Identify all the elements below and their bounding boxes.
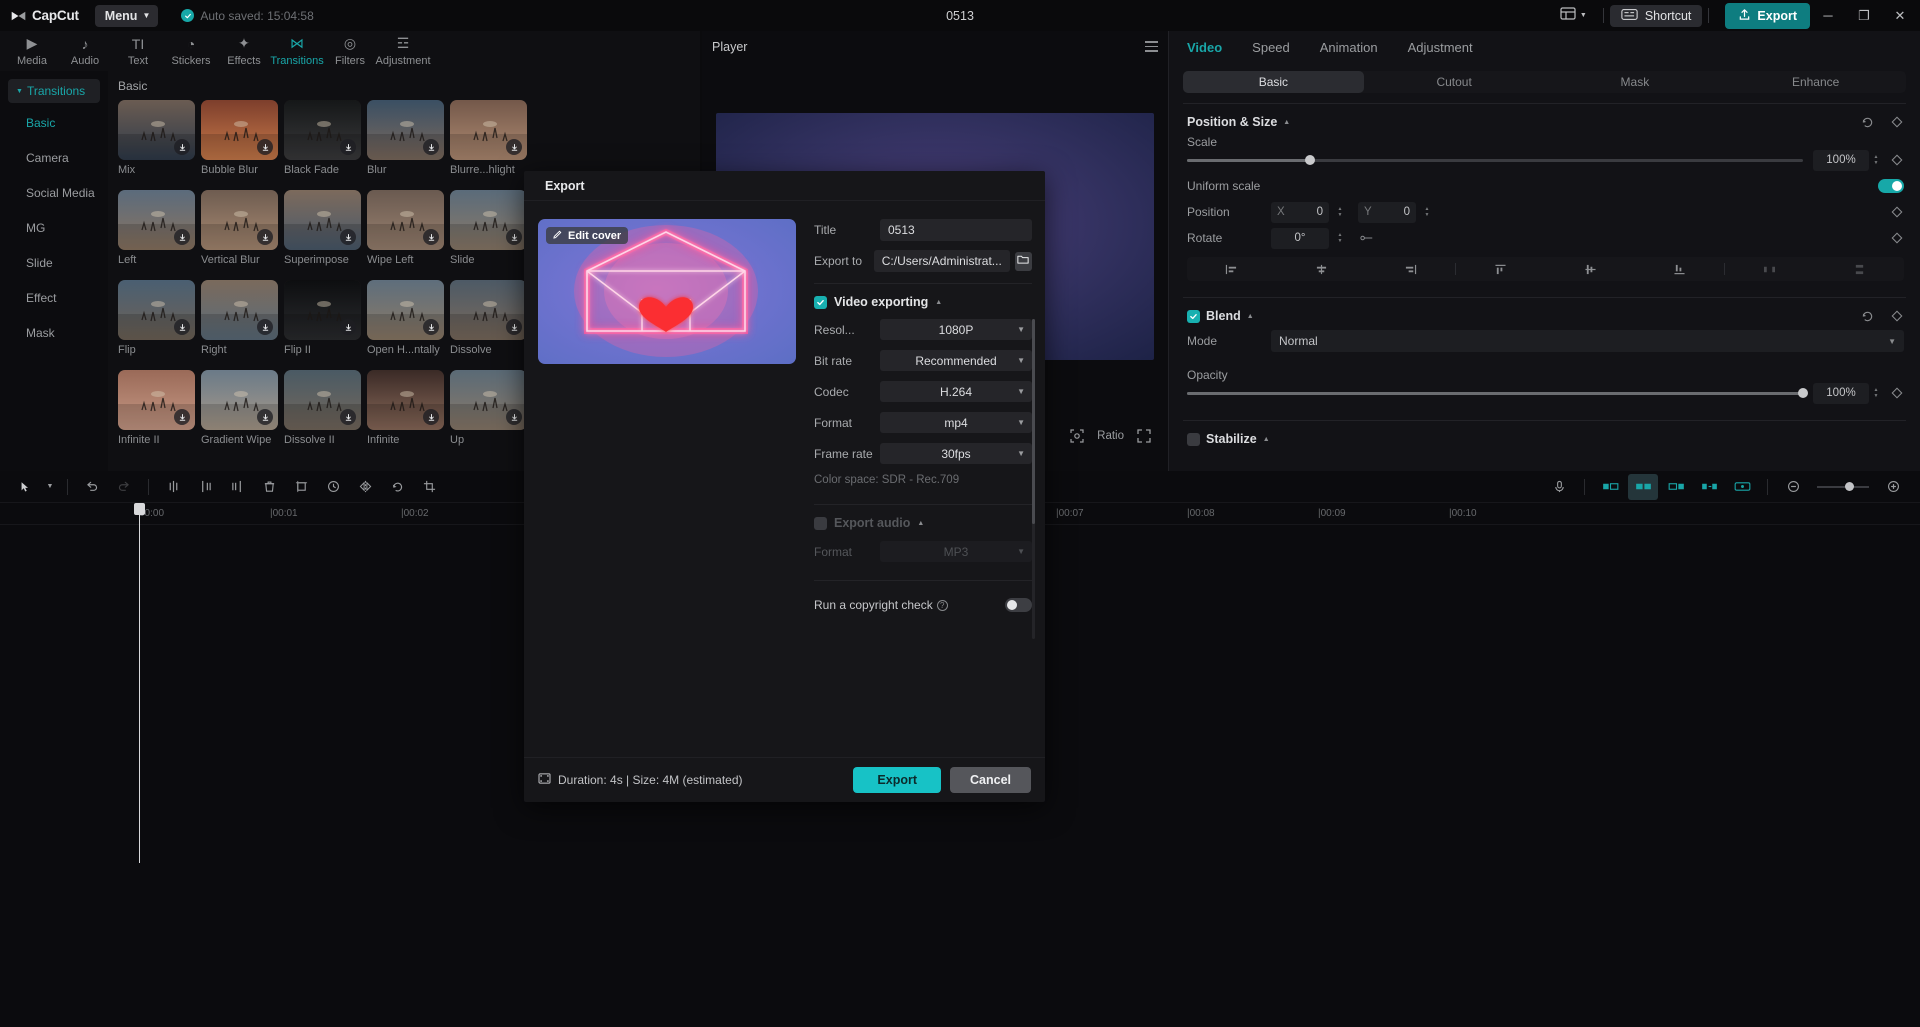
video-setting-label: Codec: [814, 384, 849, 399]
title-row: Title 0513: [814, 219, 1032, 241]
export-dialog-overlay: Export Edit cover Title 0513 Export to C…: [0, 0, 1920, 1027]
video-setting-select[interactable]: 30fps ▼: [880, 443, 1032, 464]
video-setting-value: 30fps: [941, 446, 971, 461]
video-setting-select[interactable]: Recommended ▼: [880, 350, 1032, 371]
cover-preview[interactable]: Edit cover: [538, 219, 796, 364]
video-exporting-group-header: Video exporting ▲: [814, 295, 1032, 309]
pencil-icon: [553, 229, 563, 242]
audio-format-value: MP3: [943, 544, 969, 559]
dialog-scrollbar-thumb[interactable]: [1032, 319, 1035, 524]
export-audio-group-header: Export audio ▲: [814, 516, 1032, 530]
export-to-input[interactable]: C:/Users/Administrat...: [873, 250, 1010, 272]
dialog-buttons: Export Cancel: [853, 767, 1031, 793]
export-dialog: Export Edit cover Title 0513 Export to C…: [524, 171, 1045, 802]
export-to-label: Export to: [814, 254, 863, 268]
video-setting-row: Codec H.264 ▼: [814, 381, 1032, 402]
browse-folder-button[interactable]: [1014, 251, 1032, 271]
caret-up-icon[interactable]: ▲: [917, 520, 924, 527]
video-setting-select[interactable]: 1080P ▼: [880, 319, 1032, 340]
video-setting-value: Recommended: [915, 353, 997, 368]
chevron-down-icon: ▼: [1017, 356, 1025, 365]
chevron-down-icon: ▼: [1017, 418, 1025, 427]
video-setting-select[interactable]: H.264 ▼: [880, 381, 1032, 402]
export-dialog-footer: Duration: 4s | Size: 4M (estimated) Expo…: [524, 757, 1045, 802]
video-setting-value: H.264: [939, 384, 973, 399]
video-setting-label: Bit rate: [814, 353, 853, 368]
chevron-down-icon: ▼: [1017, 387, 1025, 396]
export-audio-checkbox[interactable]: [814, 516, 827, 530]
video-setting-select[interactable]: mp4 ▼: [880, 412, 1032, 433]
divider: [814, 580, 1032, 581]
video-exporting-label: Video exporting: [834, 295, 929, 309]
video-setting-row: Format mp4 ▼: [814, 412, 1032, 433]
export-form: Title 0513 Export to C:/Users/Administra…: [814, 219, 1032, 615]
audio-format-row: Format MP3 ▼: [814, 541, 1032, 562]
export-audio-label: Export audio: [834, 516, 911, 530]
chevron-down-icon: ▼: [1017, 325, 1025, 334]
video-setting-row: Bit rate Recommended ▼: [814, 350, 1032, 371]
folder-icon: [1017, 252, 1030, 270]
chevron-down-icon: ▼: [1017, 449, 1025, 458]
video-setting-label: Format: [814, 415, 853, 430]
color-space-note: Color space: SDR - Rec.709: [814, 474, 960, 486]
video-setting-row: Resol... 1080P ▼: [814, 319, 1032, 340]
title-label: Title: [814, 223, 837, 237]
film-icon: [538, 773, 551, 787]
video-setting-value: 1080P: [938, 322, 974, 337]
video-setting-label: Resol...: [814, 322, 855, 337]
video-settings-rows: Resol... 1080P ▼ Bit rate Recommended ▼ Codec H…: [814, 319, 1032, 464]
audio-format-select[interactable]: MP3 ▼: [880, 541, 1032, 562]
caret-up-icon[interactable]: ▲: [935, 299, 942, 306]
dialog-scrollbar-track[interactable]: [1032, 319, 1035, 639]
export-dialog-title: Export: [524, 171, 1045, 201]
video-setting-row: Frame rate 30fps ▼: [814, 443, 1032, 464]
divider: [814, 504, 1032, 505]
video-setting-label: Frame rate: [814, 446, 873, 461]
help-icon[interactable]: ?: [936, 599, 948, 611]
divider: [814, 283, 1032, 284]
chevron-down-icon: ▼: [1017, 547, 1025, 556]
dialog-export-button[interactable]: Export: [853, 767, 941, 793]
edit-cover-label: Edit cover: [568, 229, 622, 242]
copyright-check-toggle[interactable]: [1005, 598, 1032, 612]
capcut-window: CapCut Menu ▼ Auto saved: 15:04:58 0513: [0, 0, 1920, 1027]
dialog-cancel-button[interactable]: Cancel: [950, 767, 1031, 793]
export-dialog-body: Edit cover Title 0513 Export to C:/Users…: [524, 201, 1045, 746]
copyright-check-label: Run a copyright check: [814, 598, 933, 612]
title-input[interactable]: 0513: [880, 219, 1032, 241]
copyright-check-row: Run a copyright check ?: [814, 595, 1032, 615]
export-summary-text: Duration: 4s | Size: 4M (estimated): [558, 773, 743, 787]
export-to-row: Export to C:/Users/Administrat...: [814, 250, 1032, 272]
copyright-check-label-group: Run a copyright check ?: [814, 598, 948, 612]
video-exporting-checkbox[interactable]: [814, 295, 827, 309]
export-summary: Duration: 4s | Size: 4M (estimated): [538, 773, 743, 787]
edit-cover-button[interactable]: Edit cover: [546, 227, 629, 244]
video-setting-value: mp4: [944, 415, 968, 430]
audio-format-label: Format: [814, 544, 853, 559]
